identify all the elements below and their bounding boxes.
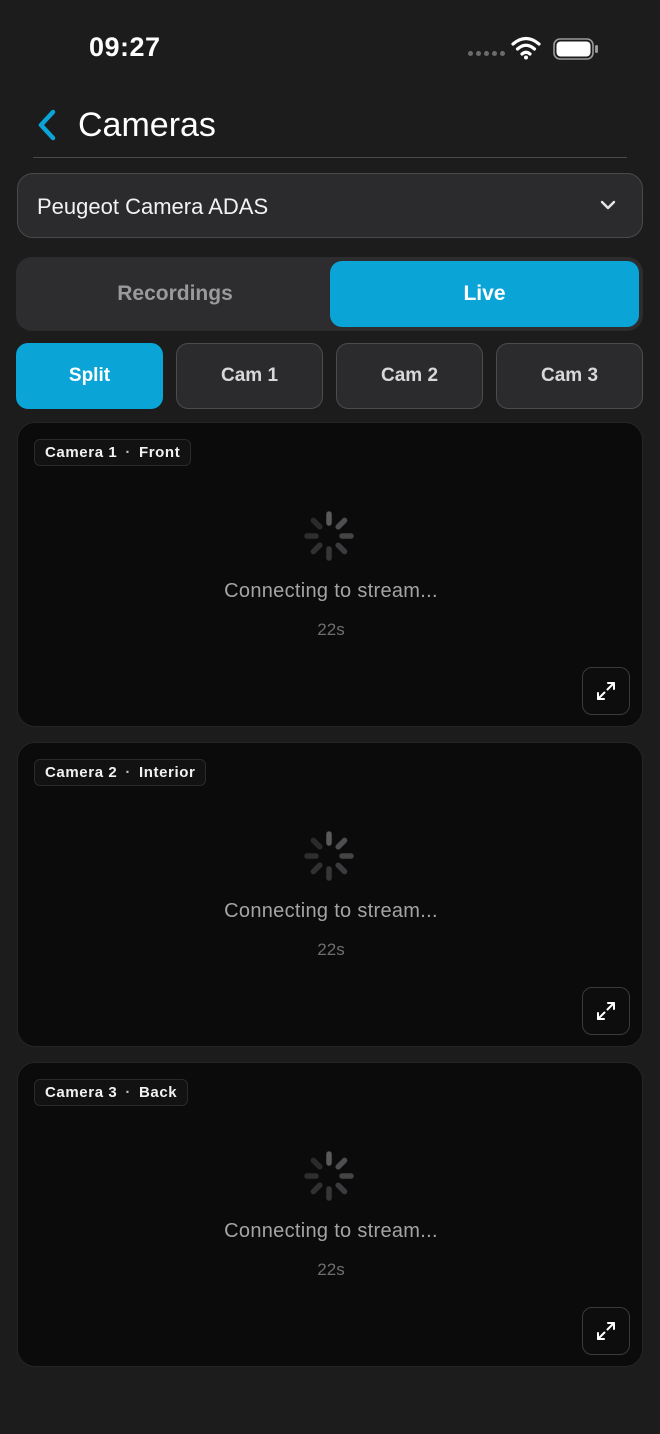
camera-name: Camera 2 [45,764,118,781]
page-title: Cameras [78,106,216,144]
expand-icon [597,1002,615,1020]
chip-split[interactable]: Split [16,343,163,409]
expand-icon [597,1322,615,1340]
camera-feed-1[interactable]: Camera 1 · Front Connecting to stream...… [17,422,643,727]
status-time: 09:27 [89,32,161,62]
connection-status: Connecting to stream... [224,580,438,602]
tab-recordings[interactable]: Recordings [20,261,330,327]
camera-label: Camera 3 · Back [34,1079,189,1106]
camera-feed-2[interactable]: Camera 2 · Interior Connecting to stream… [17,742,643,1047]
cellular-dots-icon [468,51,505,56]
chip-cam-2[interactable]: Cam 2 [336,343,483,409]
expand-button[interactable] [582,987,630,1035]
camera-separator: · [125,444,131,461]
expand-button[interactable] [582,1307,630,1355]
mode-segmented-control: Recordings Live [16,257,643,331]
chevron-down-icon [600,200,616,210]
view-chips: Split Cam 1 Cam 2 Cam 3 [16,343,643,409]
elapsed-time: 22s [317,1260,345,1279]
chip-cam-3[interactable]: Cam 3 [496,343,643,409]
loading-spinner-icon [304,511,354,561]
camera-position: Interior [138,764,196,781]
camera-name: Camera 1 [45,444,118,461]
expand-icon [597,682,615,700]
loading-spinner-icon [304,831,354,881]
camera-name: Camera 3 [45,1084,118,1101]
loading-spinner-icon [304,1151,354,1201]
wifi-icon [511,36,541,60]
chip-cam-1[interactable]: Cam 1 [176,343,323,409]
camera-position: Front [138,444,181,461]
nav-header: Cameras [33,100,627,158]
elapsed-time: 22s [317,940,345,959]
camera-label: Camera 2 · Interior [34,759,207,786]
camera-position: Back [138,1084,178,1101]
elapsed-time: 22s [317,620,345,639]
device-dropdown[interactable]: Peugeot Camera ADAS [17,173,643,238]
connection-status: Connecting to stream... [224,900,438,922]
device-dropdown-value: Peugeot Camera ADAS [37,194,269,219]
camera-separator: · [125,1084,131,1101]
camera-label: Camera 1 · Front [34,439,192,466]
status-bar: 09:27 [0,0,660,96]
expand-button[interactable] [582,667,630,715]
chevron-left-icon[interactable] [33,106,63,144]
camera-feed-3[interactable]: Camera 3 · Back Connecting to stream... … [17,1062,643,1367]
tab-live[interactable]: Live [330,261,639,327]
connection-status: Connecting to stream... [224,1220,438,1242]
battery-icon [553,38,598,60]
camera-separator: · [125,764,131,781]
